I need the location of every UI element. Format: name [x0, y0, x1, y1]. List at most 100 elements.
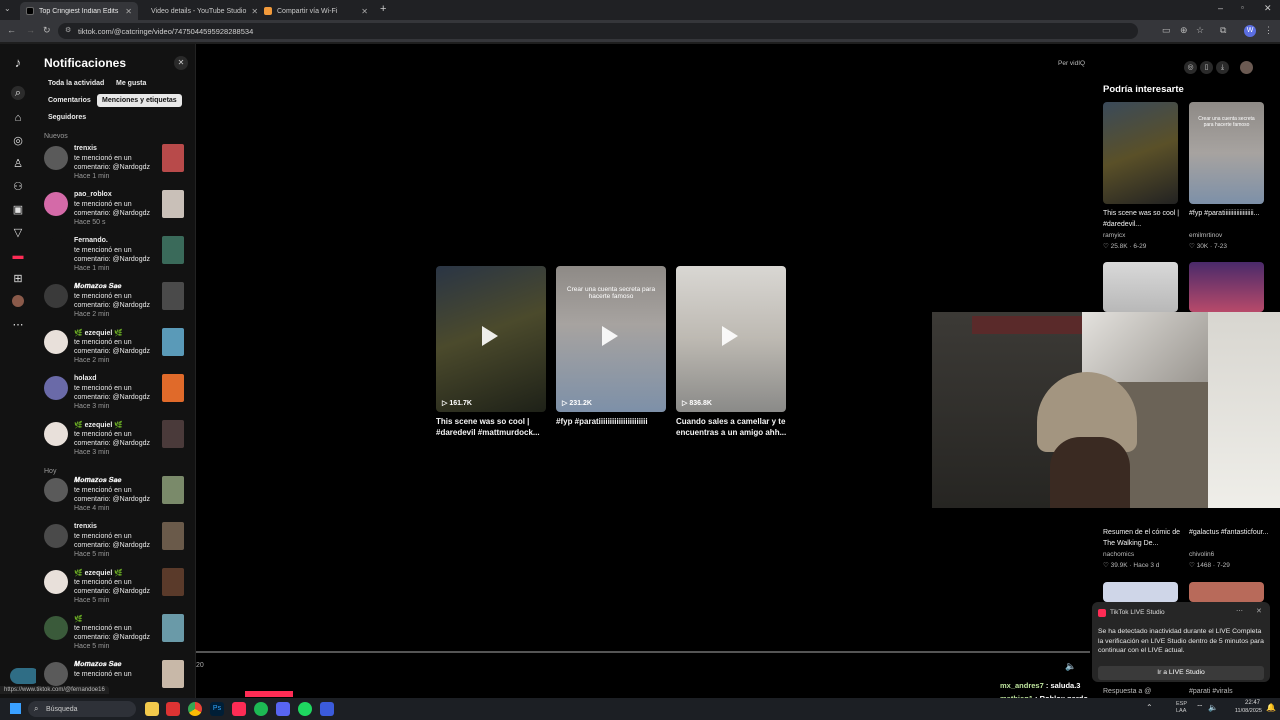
suggestion-caption[interactable]: #galactus #fantasticfour...	[1189, 527, 1269, 538]
notification-username[interactable]: 🌿 ezequiel 🌿	[74, 569, 123, 577]
suggestion-caption[interactable]: #fyp #paratiiiiiiiiiiiiiiiiiii...	[1189, 208, 1267, 219]
notification-item[interactable]: 𝑴𝒐𝒎𝒂𝒛𝒐𝒔 𝑺𝒂𝒆 te mencionó en un comentario:…	[44, 282, 186, 322]
notification-username[interactable]: 𝑴𝒐𝒎𝒂𝒛𝒐𝒔 𝑺𝒂𝒆	[74, 477, 121, 485]
notification-item[interactable]: trenxis te mencionó en un comentario: @Na…	[44, 522, 186, 562]
filter-all[interactable]: Toda la actividad	[43, 77, 109, 90]
vidiq-label[interactable]: Per vidIQ	[1058, 60, 1085, 67]
tiktok-studio-icon[interactable]	[232, 702, 246, 716]
video-card[interactable]: Crear una cuenta secreta para hacerte fa…	[556, 266, 666, 412]
notification-bell-icon[interactable]: 🔔	[1266, 703, 1276, 712]
suggestion-caption[interactable]: Resumen de el cómic de The Walking De...	[1103, 527, 1183, 549]
close-icon[interactable]: ✕	[174, 56, 188, 70]
cast-icon[interactable]: ▭	[1162, 25, 1171, 36]
suggestion-caption[interactable]: Respuesta a @	[1103, 686, 1183, 697]
clock-date[interactable]: 11/08/2025	[1228, 708, 1262, 714]
notification-thumbnail[interactable]	[162, 374, 184, 402]
video-caption[interactable]: This scene was so cool | #daredevil #mat…	[436, 416, 550, 438]
tab-close-icon[interactable]: ✕	[361, 7, 368, 16]
tab-0[interactable]: Top Cringiest Indian Edits You s ✕	[20, 2, 138, 20]
close-window-icon[interactable]: ✕	[1264, 3, 1272, 14]
avatar[interactable]	[44, 330, 68, 354]
suggestion-thumb[interactable]	[1103, 102, 1178, 204]
url-field[interactable]: ⚙ tiktok.com/@catcringe/video/7475044595…	[58, 23, 1138, 39]
suggestion-caption[interactable]: This scene was so cool | #daredevil...	[1103, 208, 1183, 230]
search-icon[interactable]: ⌕	[11, 86, 25, 100]
file-explorer-icon[interactable]	[145, 702, 159, 716]
notification-thumbnail[interactable]	[162, 282, 184, 310]
notification-thumbnail[interactable]	[162, 568, 184, 596]
notification-item[interactable]: 𝑴𝒐𝒎𝒂𝒛𝒐𝒔 𝑺𝒂𝒆 te mencionó en un comentario:…	[44, 476, 186, 516]
extensions-icon[interactable]: ⧉	[1220, 25, 1226, 36]
notification-thumbnail[interactable]	[162, 190, 184, 218]
tab-close-icon[interactable]: ✕	[125, 7, 132, 16]
tab-2[interactable]: Compartir vía Wi-Fi ✕	[258, 2, 374, 20]
notification-item[interactable]: holaxd te mencionó en un comentario: @Nar…	[44, 374, 186, 414]
notification-item[interactable]: 🌿 te mencionó en un comentario: @Nardogdz…	[44, 614, 186, 654]
avatar[interactable]	[44, 376, 68, 400]
notification-item[interactable]: 🌿 ezequiel 🌿 te mencionó en un comentario…	[44, 328, 186, 368]
notification-username[interactable]: 🌿 ezequiel 🌿	[74, 421, 123, 429]
tray-language[interactable]: ESP LAA	[1176, 701, 1187, 715]
notification-username[interactable]: trenxis	[74, 523, 97, 530]
following-icon[interactable]: ♙	[11, 157, 25, 171]
notification-username[interactable]: 𝑴𝒐𝒎𝒂𝒛𝒐𝒔 𝑺𝒂𝒆	[74, 661, 121, 669]
explore-icon[interactable]: ◎	[11, 134, 25, 148]
filter-followers[interactable]: Seguidores	[43, 111, 91, 124]
tiktok-logo-icon[interactable]: ♪	[11, 56, 25, 70]
live-icon[interactable]: ▣	[11, 203, 25, 217]
toast-more-icon[interactable]: ⋯	[1236, 607, 1243, 615]
notification-thumbnail[interactable]	[162, 236, 184, 264]
notification-item[interactable]: 🌿 ezequiel 🌿 te mencionó en un comentario…	[44, 420, 186, 460]
chrome-icon[interactable]	[188, 702, 202, 716]
notification-username[interactable]: 🌿	[74, 615, 83, 623]
home-icon[interactable]: ⌂	[11, 111, 25, 125]
profile-icon[interactable]	[12, 295, 24, 307]
friends-icon[interactable]: ⚇	[11, 180, 25, 194]
suggestion-user[interactable]: nachomics	[1103, 551, 1134, 558]
notification-username[interactable]: 𝑴𝒐𝒎𝒂𝒛𝒐𝒔 𝑺𝒂𝒆	[74, 283, 121, 291]
compass-icon[interactable]: ◎	[1184, 61, 1197, 74]
upload-icon[interactable]: ⊞	[11, 272, 25, 286]
avatar[interactable]	[44, 662, 68, 686]
notification-item[interactable]: pao_roblox te mencionó en un comentario: …	[44, 190, 186, 230]
notification-username[interactable]: pao_roblox	[74, 191, 112, 198]
xbox-icon[interactable]	[254, 702, 268, 716]
reload-icon[interactable]: ↻	[43, 25, 51, 36]
notification-username[interactable]: Fernando.	[74, 237, 108, 244]
filter-likes[interactable]: Me gusta	[111, 77, 151, 90]
profile-avatar[interactable]: W	[1244, 25, 1256, 37]
suggestion-thumb[interactable]	[1103, 262, 1178, 312]
wifi-icon[interactable]: ⌔	[1196, 703, 1204, 713]
clock-time[interactable]: 22:47	[1236, 700, 1260, 706]
browser-menu-icon[interactable]: ⋮	[1264, 25, 1273, 36]
suggestion-thumb[interactable]: Crear una cuenta secreta para hacerte fa…	[1189, 102, 1264, 204]
more-icon[interactable]: ⋯	[11, 318, 25, 332]
avatar[interactable]	[44, 422, 68, 446]
notification-thumbnail[interactable]	[162, 522, 184, 550]
toast-button[interactable]: Ir a LIVE Studio	[1098, 666, 1264, 680]
notification-thumbnail[interactable]	[162, 328, 184, 356]
app-icon[interactable]	[166, 702, 180, 716]
activity-icon[interactable]: ▬	[11, 249, 25, 263]
notification-thumbnail[interactable]	[162, 660, 184, 688]
video-caption[interactable]: Cuando sales a camellar y te encuentras …	[676, 416, 790, 438]
avatar[interactable]	[44, 284, 68, 308]
toast-close-icon[interactable]: ✕	[1256, 607, 1262, 615]
suggestion-thumb[interactable]	[1189, 582, 1264, 602]
video-card[interactable]: ▷ 836.8K	[676, 266, 786, 412]
messages-icon[interactable]: ▽	[11, 226, 25, 240]
translate-icon[interactable]: ⊕	[1180, 25, 1188, 36]
notification-item[interactable]: trenxis te mencionó en un comentario: @Na…	[44, 144, 186, 184]
avatar[interactable]	[44, 478, 68, 502]
video-caption[interactable]: #fyp #paratiiiiiiiiiiiiiiiiiiiiii	[556, 416, 666, 427]
volume-tray-icon[interactable]: 🔈	[1208, 703, 1218, 712]
avatar[interactable]	[44, 192, 68, 216]
back-icon[interactable]: ←	[7, 25, 16, 35]
app-icon[interactable]	[320, 702, 334, 716]
suggestion-thumb[interactable]	[1189, 262, 1264, 312]
notification-thumbnail[interactable]	[162, 476, 184, 504]
phone-icon[interactable]: ▯	[1200, 61, 1213, 74]
notification-item[interactable]: Fernando. te mencionó en un comentario: @…	[44, 236, 186, 276]
notification-thumbnail[interactable]	[162, 614, 184, 642]
volume-icon[interactable]: 🔈	[1065, 661, 1076, 672]
